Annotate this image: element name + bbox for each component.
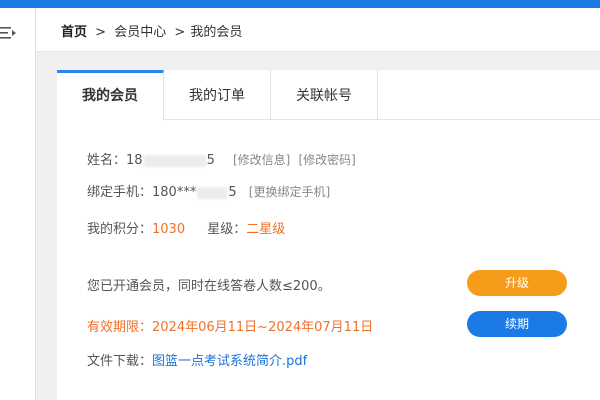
tab-linked-accounts[interactable]: 关联帐号 xyxy=(271,70,378,120)
validity-period: 有效期限：2024年06月11日~2024年07月11日 xyxy=(87,320,374,335)
phone-prefix: 180*** xyxy=(152,185,197,200)
breadcrumb-member-center[interactable]: 会员中心 xyxy=(114,25,166,40)
breadcrumb-separator: > xyxy=(95,25,107,40)
left-sidebar-strip xyxy=(0,8,36,400)
name-prefix: 18 xyxy=(126,153,143,168)
breadcrumb: 首页 > 会员中心 > 我的会员 xyxy=(61,21,242,40)
level-label: 星级： xyxy=(207,222,247,237)
top-accent-bar xyxy=(0,0,600,8)
phone-label: 绑定手机： xyxy=(87,185,153,200)
download-row: 文件下载：图篮一点考试系统简介.pdf xyxy=(87,350,307,369)
phone-row: 绑定手机：180*** 5 [更换绑定手机] xyxy=(87,181,330,200)
download-link[interactable]: 图篮一点考试系统简介.pdf xyxy=(152,354,307,369)
points-label: 我的积分： xyxy=(87,222,153,237)
masked-phone xyxy=(197,186,228,199)
masked-name xyxy=(143,154,206,167)
tab-my-membership[interactable]: 我的会员 xyxy=(57,70,164,121)
download-label: 文件下载： xyxy=(87,354,153,369)
upgrade-button[interactable]: 升级 xyxy=(467,270,567,296)
change-phone-link[interactable]: [更换绑定手机] xyxy=(249,185,330,199)
name-row: 姓名：18 5 [修改信息] [修改密码] xyxy=(87,149,356,168)
phone-suffix: 5 xyxy=(228,185,237,200)
member-panel: 我的会员 我的订单 关联帐号 姓名：18 5 [修改信息] [修改密码] 绑定手机… xyxy=(57,70,600,400)
menu-collapse-icon[interactable] xyxy=(0,25,18,41)
edit-info-link[interactable]: [修改信息] xyxy=(233,153,290,167)
level-value: 二星级 xyxy=(246,222,286,237)
edit-password-link[interactable]: [修改密码] xyxy=(299,153,356,167)
points-value: 1030 xyxy=(152,222,186,237)
tab-bar: 我的会员 我的订单 关联帐号 xyxy=(57,70,600,121)
membership-status: 您已开通会员，同时在线答卷人数≤200。 xyxy=(87,279,331,294)
breadcrumb-bar: 首页 > 会员中心 > 我的会员 xyxy=(36,8,600,52)
renew-button[interactable]: 续期 xyxy=(467,311,567,337)
breadcrumb-current: 我的会员 xyxy=(190,25,243,40)
tab-my-orders[interactable]: 我的订单 xyxy=(164,70,271,120)
name-label: 姓名： xyxy=(87,153,127,168)
name-suffix: 5 xyxy=(206,153,215,168)
breadcrumb-home[interactable]: 首页 xyxy=(61,25,87,40)
points-row: 我的积分：1030 星级：二星级 xyxy=(87,218,285,237)
breadcrumb-separator: > xyxy=(174,25,186,40)
